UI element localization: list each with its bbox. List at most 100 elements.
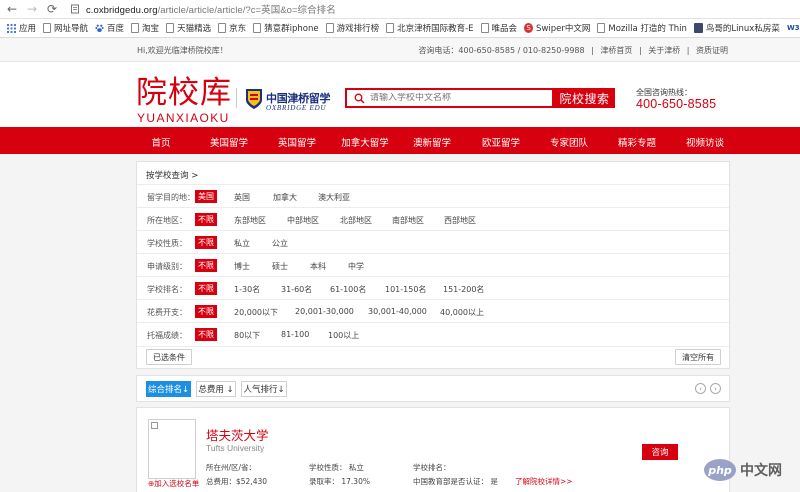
filter-option[interactable]: 澳大利亚 [318, 192, 350, 203]
filter-label: 托福成绩： [147, 331, 187, 340]
consult-button[interactable]: 咨询 [642, 444, 678, 460]
filter-option[interactable]: 不限 [195, 305, 217, 318]
nav-usa[interactable]: 美国留学 [210, 135, 248, 149]
filter-option[interactable]: 不限 [195, 328, 217, 341]
bookmark-item[interactable]: 鸟哥的Linux私房菜 [693, 22, 780, 34]
site-logo[interactable]: 院校库 [136, 76, 232, 110]
bookmark-label: 鸟哥的Linux私房菜 [705, 24, 780, 34]
prev-page-icon[interactable]: ‹ [695, 383, 706, 394]
bookmark-item[interactable]: 京东 [218, 22, 246, 34]
next-page-icon[interactable]: › [710, 383, 721, 394]
filter-option[interactable]: 南部地区 [392, 215, 424, 226]
link-about[interactable]: 关于津桥 [648, 46, 680, 55]
swiper-logo-icon: S [524, 23, 534, 33]
filter-option[interactable]: 1-30名 [234, 284, 260, 295]
filter-option[interactable]: 公立 [272, 238, 288, 249]
clear-all-button[interactable]: 清空所有 [675, 349, 721, 365]
school-region: 所在州/区/省： [206, 463, 257, 472]
topbar-right: 咨询电话：400-650-8585 / 010-8250-9988 | 津桥首页… [418, 46, 728, 55]
url-domain: c.oxbridgedu.org [86, 5, 158, 16]
filter-row-destination: 留学目的地： 美国 英国 加拿大 澳大利亚 [137, 184, 729, 207]
filter-option[interactable]: 本科 [310, 261, 326, 272]
link-credentials[interactable]: 资质证明 [696, 46, 728, 55]
bookmark-item[interactable]: 天猫精选 [166, 22, 211, 34]
filter-option[interactable]: 加拿大 [273, 192, 297, 203]
filter-option[interactable]: 101-150名 [385, 284, 426, 295]
sort-total-cost-tab[interactable]: 总费用 ↓ [196, 381, 236, 397]
bookmark-label: 天猫精选 [177, 24, 212, 34]
nav-uk[interactable]: 英国留学 [278, 135, 316, 149]
filter-option[interactable]: 中学 [348, 261, 364, 272]
nav-aus-nz[interactable]: 澳新留学 [413, 135, 451, 149]
filter-option[interactable]: 20,001-30,000 [295, 307, 354, 316]
filter-option[interactable]: 英国 [234, 192, 250, 203]
filter-option[interactable]: 北部地区 [340, 215, 372, 226]
school-thumbnail[interactable] [148, 419, 196, 479]
filter-option[interactable]: 81-100 [281, 330, 309, 339]
filter-row-cost: 花费开支： 不限 20,000以下 20,001-30,000 30,001-4… [137, 299, 729, 322]
filter-option[interactable]: 100以上 [328, 330, 359, 341]
site-topbar: Hi,欢迎光临津桥院校库！ 咨询电话：400-650-8585 / 010-82… [0, 38, 800, 62]
nav-canada[interactable]: 加拿大留学 [341, 135, 389, 149]
filter-option[interactable]: 不限 [195, 236, 217, 249]
filter-option[interactable]: 不限 [195, 259, 217, 272]
nav-eurasia[interactable]: 欧亚留学 [482, 135, 520, 149]
add-to-list-link[interactable]: ⊕加入选校名单 [148, 478, 199, 489]
filter-option[interactable]: 40,000以上 [440, 307, 484, 318]
bookmark-item[interactable]: W3World Wide [787, 23, 800, 33]
watermark-text: 中文网 [740, 462, 782, 479]
bookmark-item[interactable]: 百度 [95, 22, 124, 34]
filter-option[interactable]: 中部地区 [287, 215, 319, 226]
page-icon [131, 23, 140, 33]
link-home[interactable]: 津桥首页 [600, 46, 632, 55]
reload-icon[interactable]: ⟳ [44, 1, 60, 17]
bookmark-item[interactable]: 网址导航 [43, 22, 88, 34]
bookmark-label: Swiper中文网 [536, 24, 591, 34]
linux-bird-icon [693, 23, 703, 33]
bookmark-item[interactable]: Mozilla 打造的 Thin [597, 22, 687, 34]
page-info-icon[interactable] [68, 2, 82, 16]
bookmark-label: 淘宝 [142, 24, 160, 34]
school-details-link[interactable]: 了解院校详情>> [515, 476, 573, 487]
filter-option[interactable]: 80以下 [234, 330, 260, 341]
filter-option[interactable]: 不限 [195, 213, 217, 226]
filter-option[interactable]: 美国 [195, 190, 217, 203]
bookmark-item[interactable]: 猜意群iphone [253, 22, 319, 34]
nav-videos[interactable]: 视频访谈 [686, 135, 724, 149]
filter-option[interactable]: 61-100名 [330, 284, 366, 295]
bookmark-item[interactable]: 唯品会 [480, 22, 517, 34]
school-search-box[interactable] [345, 88, 554, 108]
school-name-cn[interactable]: 塔夫茨大学 [206, 425, 269, 444]
bookmark-item[interactable]: S Swiper中文网 [524, 22, 590, 34]
nav-topics[interactable]: 精彩专题 [618, 135, 656, 149]
back-icon[interactable]: ← [4, 1, 20, 17]
filter-option[interactable]: 硕士 [272, 261, 288, 272]
school-search-input[interactable] [370, 93, 540, 103]
url-field[interactable]: c.oxbridgedu.org/article/article/article… [86, 2, 336, 16]
school-certified: 中国教育部是否认证： 是 [413, 477, 498, 486]
selected-conditions-button[interactable]: 已选条件 [146, 349, 192, 365]
filter-option[interactable]: 20,000以下 [234, 307, 278, 318]
filter-option[interactable]: 31-60名 [281, 284, 312, 295]
sort-popularity-tab[interactable]: 人气排行↓ [241, 381, 287, 397]
filter-option[interactable]: 西部地区 [444, 215, 476, 226]
forward-icon[interactable]: → [24, 1, 40, 17]
filter-option[interactable]: 151-200名 [443, 284, 484, 295]
filter-option[interactable]: 30,001-40,000 [368, 307, 427, 316]
bookmark-label: 应用 [19, 24, 37, 34]
sort-comprehensive-tab[interactable]: 综合排名↓ [146, 381, 191, 397]
bookmark-item[interactable]: 应用 [7, 22, 36, 34]
bookmark-item[interactable]: 游戏排行榜 [325, 22, 379, 34]
bookmark-item[interactable]: 淘宝 [131, 22, 159, 34]
nav-experts[interactable]: 专家团队 [550, 135, 588, 149]
filter-option[interactable]: 东部地区 [234, 215, 266, 226]
filter-option[interactable]: 私立 [234, 238, 250, 249]
search-button[interactable]: 院校搜索 [554, 88, 615, 108]
welcome-text: Hi,欢迎光临津桥院校库！ [137, 46, 228, 55]
nav-home[interactable]: 首页 [151, 135, 170, 149]
filter-option[interactable]: 不限 [195, 282, 217, 295]
filter-option[interactable]: 博士 [234, 261, 250, 272]
filter-row-level: 申请级别： 不限 博士 硕士 本科 中学 [137, 253, 729, 276]
bookmark-item[interactable]: 北京津桥国际教育-E [386, 22, 474, 34]
bookmark-label: 京东 [229, 24, 247, 34]
